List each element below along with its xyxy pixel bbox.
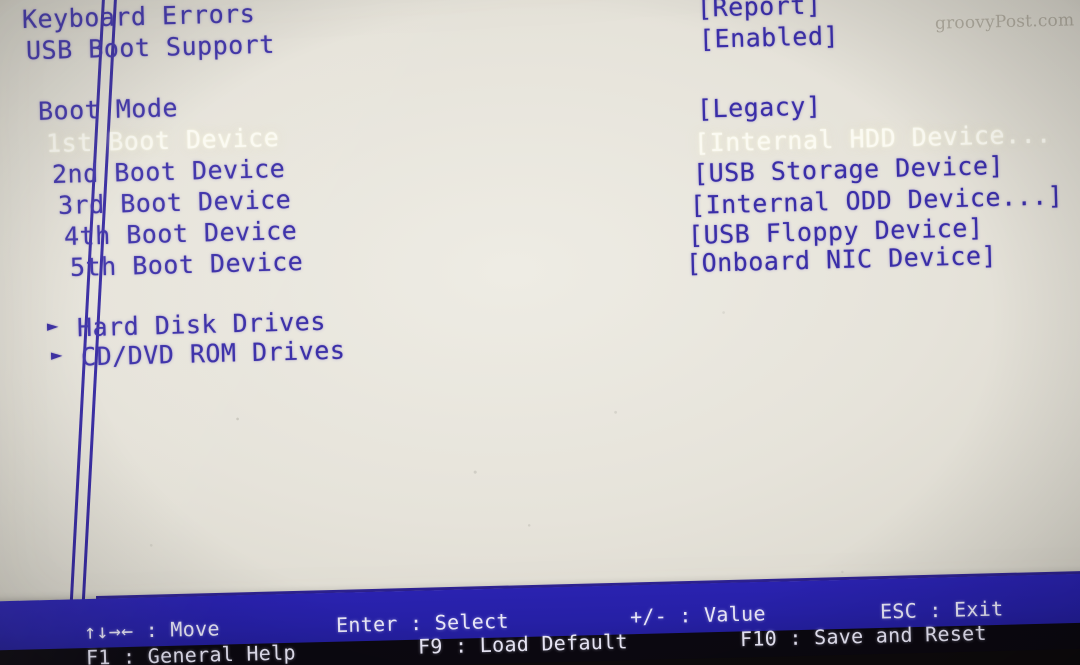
bios-panel-surface (0, 0, 1080, 664)
bios-screen-photo: Keyboard Errors USB Boot Support Boot Mo… (0, 0, 1080, 665)
watermark-groovypost: groovyPost.com (934, 10, 1075, 34)
